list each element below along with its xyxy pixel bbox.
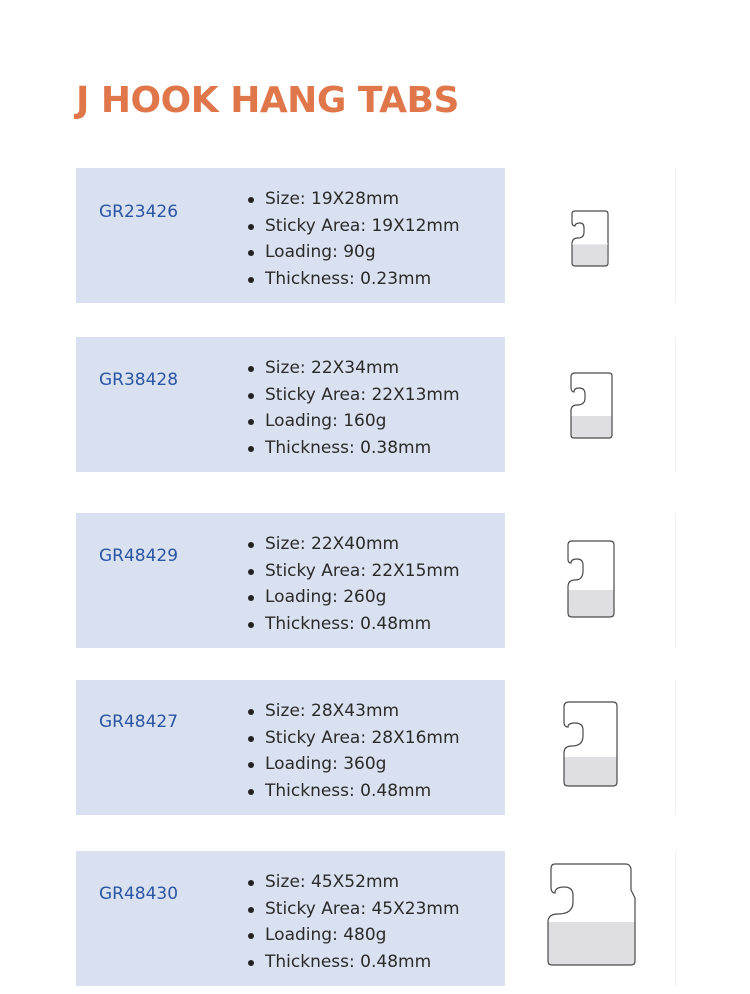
product-code: GR48430 — [99, 884, 179, 904]
j-hook-hang-tab-icon — [547, 863, 636, 966]
j-hook-hang-tab-icon — [571, 210, 609, 267]
product-row: GR23426 Size: 19X28mm Sticky Area: 19X12… — [76, 168, 676, 303]
spec-size: Size: 45X52mm — [246, 869, 460, 896]
image-panel — [505, 513, 676, 648]
j-hook-hang-tab-icon — [570, 372, 613, 439]
page-title: J HOOK HANG TABS — [76, 80, 459, 121]
product-code: GR48427 — [99, 712, 179, 732]
spec-loading: Loading: 480g — [246, 922, 460, 949]
spec-loading: Loading: 90g — [246, 239, 460, 266]
product-row: GR48430 Size: 45X52mm Sticky Area: 45X23… — [76, 851, 676, 986]
spec-panel: GR38428 Size: 22X34mm Sticky Area: 22X13… — [76, 337, 505, 472]
image-panel — [505, 337, 676, 472]
product-code: GR23426 — [99, 202, 179, 222]
spec-sticky-area: Sticky Area: 22X13mm — [246, 382, 460, 409]
product-row: GR48427 Size: 28X43mm Sticky Area: 28X16… — [76, 680, 676, 815]
spec-size: Size: 19X28mm — [246, 186, 460, 213]
spec-sticky-area: Sticky Area: 19X12mm — [246, 213, 460, 240]
image-panel — [505, 168, 676, 303]
spec-list: Size: 28X43mm Sticky Area: 28X16mm Loadi… — [246, 698, 460, 804]
spec-panel: GR48430 Size: 45X52mm Sticky Area: 45X23… — [76, 851, 505, 986]
spec-size: Size: 22X40mm — [246, 531, 460, 558]
product-code: GR48429 — [99, 546, 179, 566]
image-panel — [505, 851, 676, 986]
spec-size: Size: 22X34mm — [246, 355, 460, 382]
product-code: GR38428 — [99, 370, 179, 390]
product-row: GR38428 Size: 22X34mm Sticky Area: 22X13… — [76, 337, 676, 472]
spec-list: Size: 45X52mm Sticky Area: 45X23mm Loadi… — [246, 869, 460, 975]
j-hook-hang-tab-icon — [563, 701, 618, 787]
spec-thickness: Thickness: 0.23mm — [246, 266, 460, 293]
spec-thickness: Thickness: 0.48mm — [246, 949, 460, 976]
spec-loading: Loading: 260g — [246, 584, 460, 611]
spec-loading: Loading: 160g — [246, 408, 460, 435]
spec-list: Size: 19X28mm Sticky Area: 19X12mm Loadi… — [246, 186, 460, 292]
spec-thickness: Thickness: 0.38mm — [246, 435, 460, 462]
image-panel — [505, 680, 676, 815]
spec-list: Size: 22X40mm Sticky Area: 22X15mm Loadi… — [246, 531, 460, 637]
spec-sticky-area: Sticky Area: 28X16mm — [246, 725, 460, 752]
product-row: GR48429 Size: 22X40mm Sticky Area: 22X15… — [76, 513, 676, 648]
spec-loading: Loading: 360g — [246, 751, 460, 778]
spec-size: Size: 28X43mm — [246, 698, 460, 725]
spec-list: Size: 22X34mm Sticky Area: 22X13mm Loadi… — [246, 355, 460, 461]
spec-panel: GR23426 Size: 19X28mm Sticky Area: 19X12… — [76, 168, 505, 303]
spec-thickness: Thickness: 0.48mm — [246, 778, 460, 805]
spec-panel: GR48427 Size: 28X43mm Sticky Area: 28X16… — [76, 680, 505, 815]
j-hook-hang-tab-icon — [567, 540, 615, 618]
spec-sticky-area: Sticky Area: 22X15mm — [246, 558, 460, 585]
spec-thickness: Thickness: 0.48mm — [246, 611, 460, 638]
spec-panel: GR48429 Size: 22X40mm Sticky Area: 22X15… — [76, 513, 505, 648]
spec-sticky-area: Sticky Area: 45X23mm — [246, 896, 460, 923]
